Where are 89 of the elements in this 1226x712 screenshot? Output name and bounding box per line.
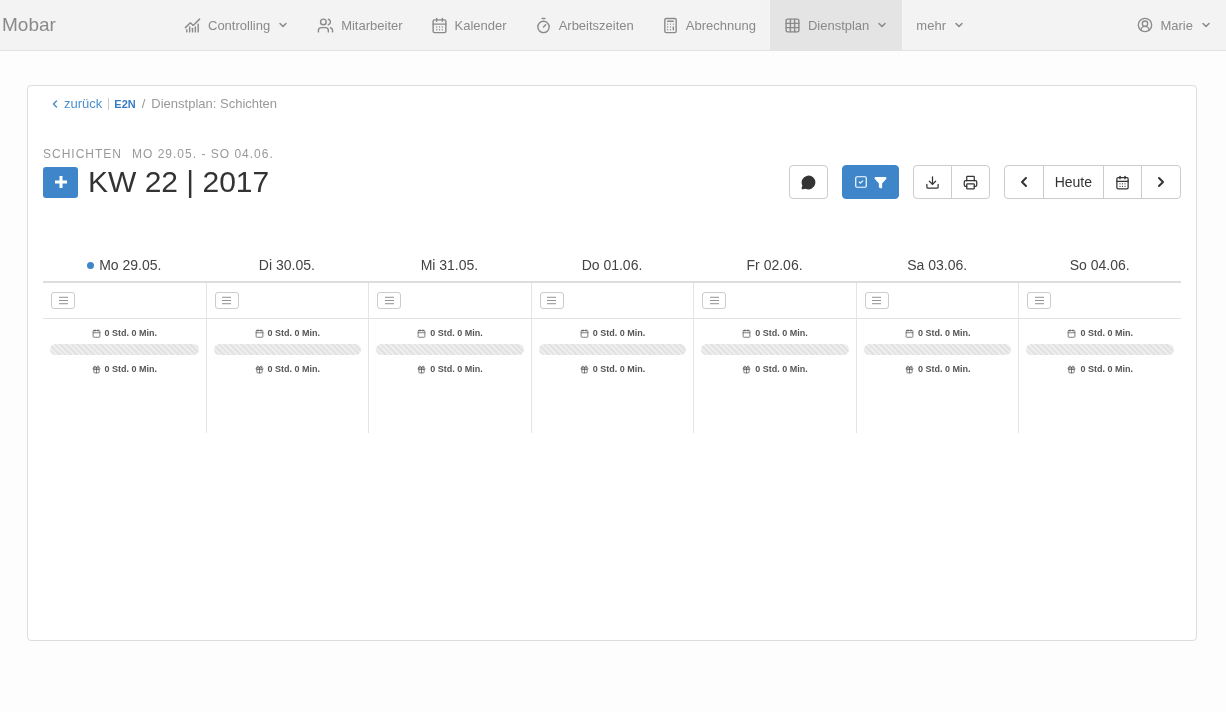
nav-item[interactable]: Mitarbeiter (303, 0, 417, 50)
list-icon (708, 295, 720, 306)
chart-icon (184, 16, 201, 34)
list-icon (221, 295, 233, 306)
previous-button[interactable] (1003, 165, 1044, 199)
comment-icon (800, 174, 816, 190)
planned-hours: 0 Std. 0 Min. (1080, 328, 1133, 338)
options-button[interactable] (214, 292, 239, 309)
planned-hours: 0 Std. 0 Min. (104, 328, 158, 338)
calendar-icon (1067, 328, 1077, 338)
gift-icon (1067, 364, 1077, 374)
user-icon (1137, 17, 1154, 33)
gift-icon (904, 364, 914, 374)
date-range: MO 29.05. - SO 04.06. (132, 147, 274, 161)
planned-hours: 0 Std. 0 Min. (917, 328, 971, 338)
week-title: KW 22 | 2017 (88, 165, 270, 199)
nav-item[interactable]: Kalender (416, 0, 521, 50)
options-button[interactable] (377, 292, 402, 309)
download-button[interactable] (912, 165, 952, 199)
options-button[interactable] (864, 292, 889, 309)
day-header: Do 01.06. (530, 257, 694, 283)
print-button[interactable] (950, 165, 990, 199)
actual-hours: 0 Std. 0 Min. (267, 364, 321, 374)
nav-item[interactable]: Dienstplan (769, 0, 903, 50)
actual-hours: 0 Std. 0 Min. (1080, 364, 1133, 374)
planned-hours: 0 Std. 0 Min. (267, 328, 321, 338)
users-icon (317, 16, 335, 34)
options-button[interactable] (51, 292, 75, 309)
calendar-icon (254, 328, 264, 338)
calendar-grid-icon (783, 16, 801, 34)
day-header: Mo 29.05. (43, 257, 206, 283)
section-label: SCHICHTEN (43, 147, 122, 161)
gift-icon (91, 364, 101, 374)
download-icon (924, 174, 940, 190)
planned-hours: 0 Std. 0 Min. (592, 328, 646, 338)
gift-icon (254, 364, 264, 374)
brand-name[interactable]: Mobar (0, 0, 170, 50)
day-header: Di 30.05. (205, 257, 369, 283)
actual-hours: 0 Std. 0 Min. (755, 364, 808, 374)
calendar-icon (430, 16, 448, 34)
calendar-icon (417, 328, 427, 338)
calendar-icon (91, 328, 101, 338)
plus-icon (54, 176, 67, 188)
list-icon (546, 295, 558, 306)
planned-hours: 0 Std. 0 Min. (430, 328, 483, 338)
checkbox-icon (853, 175, 868, 189)
options-button[interactable] (702, 292, 727, 309)
calendar-icon (904, 328, 914, 338)
gift-icon (742, 364, 752, 374)
gift-icon (417, 364, 427, 374)
user-menu[interactable]: Marie (1123, 0, 1226, 50)
nav-item[interactable]: Controlling (170, 0, 304, 50)
list-icon (57, 295, 69, 306)
add-button[interactable] (43, 166, 78, 198)
day-header: Mi 31.05. (368, 257, 531, 283)
print-icon (962, 174, 978, 190)
list-icon (1033, 295, 1045, 306)
next-button[interactable] (1141, 165, 1181, 199)
options-button[interactable] (1027, 292, 1052, 309)
calendar-icon (1115, 174, 1130, 190)
breadcrumb-separator: / (141, 96, 146, 111)
options-button[interactable] (539, 292, 564, 309)
actual-hours: 0 Std. 0 Min. (592, 364, 646, 374)
actual-hours: 0 Std. 0 Min. (430, 364, 483, 374)
comment-button[interactable] (788, 165, 828, 199)
nav-item[interactable]: mehr (902, 0, 979, 50)
calendar-button[interactable] (1103, 165, 1142, 199)
actual-hours: 0 Std. 0 Min. (917, 364, 971, 374)
filter-button[interactable] (841, 165, 899, 199)
list-icon (871, 295, 883, 306)
nav-item[interactable]: Arbeitszeiten (520, 0, 648, 50)
actual-hours: 0 Std. 0 Min. (104, 364, 158, 374)
breadcrumb-current: Dienstplan: Schichten (151, 96, 278, 111)
calculator-icon (661, 16, 679, 34)
filter-icon (873, 175, 887, 189)
today-button[interactable]: Heute (1042, 165, 1104, 199)
calendar-icon (742, 328, 752, 338)
planned-hours: 0 Std. 0 Min. (755, 328, 808, 338)
list-icon (383, 295, 395, 306)
gift-icon (579, 364, 589, 374)
day-header: So 04.06. (1018, 257, 1181, 283)
calendar-icon (579, 328, 589, 338)
back-link[interactable]: zurück (49, 96, 103, 111)
timer-icon (534, 16, 552, 34)
day-header: Fr 02.06. (693, 257, 856, 283)
logo: E2N (108, 97, 136, 110)
nav-item[interactable]: Abrechnung (647, 0, 770, 50)
today-dot (87, 261, 95, 269)
day-header: Sa 03.06. (855, 257, 1019, 283)
